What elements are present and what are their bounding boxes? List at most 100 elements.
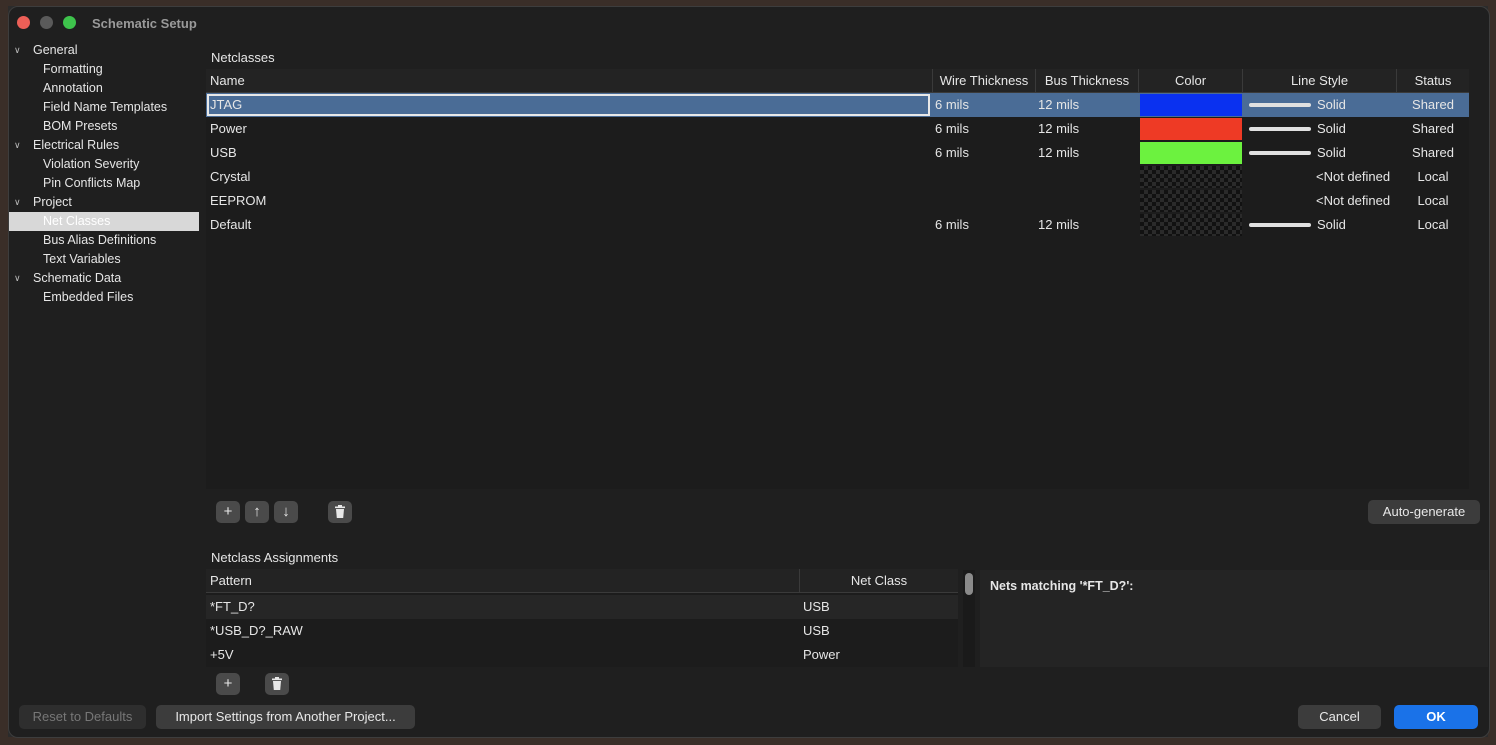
- net-class-cell[interactable]: USB: [803, 595, 953, 619]
- netclass-row[interactable]: USB 6 mils 12 mils Solid Shared: [206, 141, 1469, 165]
- bus-thickness-cell[interactable]: [1038, 165, 1138, 189]
- tree-item-bus-alias-definitions[interactable]: Bus Alias Definitions: [9, 231, 199, 250]
- color-swatch[interactable]: [1140, 166, 1242, 188]
- add-assignment-button[interactable]: +: [216, 673, 240, 695]
- header-status[interactable]: Status: [1397, 69, 1469, 93]
- chevron-down-icon[interactable]: ∨: [14, 136, 21, 155]
- tree-item-label: Formatting: [43, 62, 103, 76]
- tree-item-text-variables[interactable]: Text Variables: [9, 250, 199, 269]
- delete-assignment-button[interactable]: [265, 673, 289, 695]
- zoom-window-button[interactable]: [63, 16, 76, 29]
- wire-thickness-cell[interactable]: 6 mils: [935, 213, 1035, 237]
- chevron-down-icon[interactable]: ∨: [14, 269, 21, 288]
- assignments-header: Pattern Net Class: [206, 569, 958, 593]
- tree-item-label: Annotation: [43, 81, 103, 95]
- pattern-cell[interactable]: *FT_D?: [210, 595, 798, 619]
- assignment-row[interactable]: *USB_D?_RAW USB: [206, 619, 958, 643]
- wire-thickness-cell[interactable]: 6 mils: [935, 141, 1035, 165]
- add-netclass-button[interactable]: +: [216, 501, 240, 523]
- netclass-name-cell[interactable]: Default: [210, 213, 930, 237]
- chevron-down-icon[interactable]: ∨: [14, 41, 21, 60]
- line-style-cell[interactable]: Solid: [1317, 117, 1397, 141]
- netclass-row[interactable]: JTAG 6 mils 12 mils Solid Shared: [206, 93, 1469, 117]
- line-style-preview: [1249, 151, 1311, 155]
- net-class-cell[interactable]: Power: [803, 643, 953, 667]
- netclass-name-cell[interactable]: Crystal: [210, 165, 930, 189]
- tree-item-net-classes[interactable]: Net Classes: [9, 212, 199, 231]
- header-line-style[interactable]: Line Style: [1243, 69, 1397, 93]
- status-cell: Local: [1417, 193, 1449, 208]
- auto-generate-button[interactable]: Auto-generate: [1368, 500, 1480, 524]
- tree-item-field-name-templates[interactable]: Field Name Templates: [9, 98, 199, 117]
- netclass-row[interactable]: Default 6 mils 12 mils Solid Local: [206, 213, 1469, 237]
- wire-thickness-cell[interactable]: [935, 189, 1035, 213]
- chevron-down-icon[interactable]: ∨: [14, 193, 21, 212]
- wire-thickness-cell[interactable]: 6 mils: [935, 93, 1035, 117]
- header-net-class[interactable]: Net Class: [800, 569, 958, 593]
- netclass-name-cell[interactable]: USB: [210, 141, 930, 165]
- ok-button[interactable]: OK: [1394, 705, 1478, 729]
- tree-item-annotation[interactable]: Annotation: [9, 79, 199, 98]
- delete-netclass-button[interactable]: [328, 501, 352, 523]
- color-swatch[interactable]: [1140, 214, 1242, 236]
- netclass-row[interactable]: EEPROM <Not defined Local: [206, 189, 1469, 213]
- tree-item-violation-severity[interactable]: Violation Severity: [9, 155, 199, 174]
- netclass-name-cell[interactable]: EEPROM: [210, 189, 930, 213]
- move-down-button[interactable]: ↓: [274, 501, 298, 523]
- tree-item-pin-conflicts-map[interactable]: Pin Conflicts Map: [9, 174, 199, 193]
- line-style-cell[interactable]: <Not defined: [1316, 189, 1396, 213]
- tree-item-label: Violation Severity: [43, 157, 140, 171]
- line-style-cell[interactable]: Solid: [1317, 93, 1397, 117]
- import-settings-button[interactable]: Import Settings from Another Project...: [156, 705, 415, 729]
- bus-thickness-cell[interactable]: 12 mils: [1038, 117, 1138, 141]
- move-up-button[interactable]: ↑: [245, 501, 269, 523]
- tree-item-general[interactable]: ∨ General: [9, 41, 199, 60]
- background-schematic-left: [0, 0, 8, 745]
- close-window-button[interactable]: [17, 16, 30, 29]
- color-swatch[interactable]: [1140, 118, 1242, 140]
- color-swatch[interactable]: [1140, 142, 1242, 164]
- color-swatch[interactable]: [1140, 94, 1242, 116]
- assignment-row[interactable]: +5V Power: [206, 643, 958, 667]
- tree-item-embedded-files[interactable]: Embedded Files: [9, 288, 199, 307]
- header-name[interactable]: Name: [206, 69, 933, 93]
- tree-item-label: Text Variables: [43, 252, 121, 266]
- tree-item-label: General: [33, 43, 78, 57]
- minimize-window-button[interactable]: [40, 16, 53, 29]
- netclass-name-cell[interactable]: JTAG: [210, 93, 930, 117]
- line-style-cell[interactable]: Solid: [1317, 141, 1397, 165]
- header-wire-thickness[interactable]: Wire Thickness: [933, 69, 1036, 93]
- tree-item-project[interactable]: ∨ Project: [9, 193, 199, 212]
- cancel-button[interactable]: Cancel: [1298, 705, 1381, 729]
- scrollbar-thumb[interactable]: [965, 573, 973, 595]
- bus-thickness-cell[interactable]: 12 mils: [1038, 93, 1138, 117]
- line-style-cell[interactable]: <Not defined: [1316, 165, 1396, 189]
- header-pattern[interactable]: Pattern: [206, 569, 800, 593]
- line-style-preview: [1249, 103, 1311, 107]
- tree-item-bom-presets[interactable]: BOM Presets: [9, 117, 199, 136]
- netclass-row[interactable]: Power 6 mils 12 mils Solid Shared: [206, 117, 1469, 141]
- color-swatch[interactable]: [1140, 190, 1242, 212]
- bus-thickness-cell[interactable]: 12 mils: [1038, 213, 1138, 237]
- net-class-cell[interactable]: USB: [803, 619, 953, 643]
- tree-item-electrical-rules[interactable]: ∨ Electrical Rules: [9, 136, 199, 155]
- plus-icon: +: [223, 675, 233, 692]
- bus-thickness-cell[interactable]: [1038, 189, 1138, 213]
- matching-nets-title: Nets matching '*FT_D?':: [990, 579, 1134, 593]
- netclass-row[interactable]: Crystal <Not defined Local: [206, 165, 1469, 189]
- wire-thickness-cell[interactable]: 6 mils: [935, 117, 1035, 141]
- pattern-cell[interactable]: *USB_D?_RAW: [210, 619, 798, 643]
- tree-item-schematic-data[interactable]: ∨ Schematic Data: [9, 269, 199, 288]
- bus-thickness-cell[interactable]: 12 mils: [1038, 141, 1138, 165]
- line-style-cell[interactable]: Solid: [1317, 213, 1397, 237]
- wire-thickness-cell[interactable]: [935, 165, 1035, 189]
- assignments-scrollbar[interactable]: [963, 570, 975, 667]
- reset-to-defaults-button[interactable]: Reset to Defaults: [19, 705, 146, 729]
- header-bus-thickness[interactable]: Bus Thickness: [1036, 69, 1139, 93]
- netclass-name-cell[interactable]: Power: [210, 117, 930, 141]
- pattern-cell[interactable]: +5V: [210, 643, 798, 667]
- tree-item-formatting[interactable]: Formatting: [9, 60, 199, 79]
- header-color[interactable]: Color: [1139, 69, 1243, 93]
- line-style-preview: [1249, 127, 1311, 131]
- assignment-row[interactable]: *FT_D? USB: [206, 595, 958, 619]
